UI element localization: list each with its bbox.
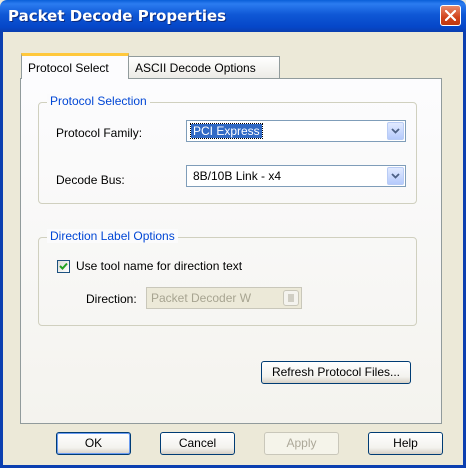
decode-bus-label: Decode Bus: <box>56 173 125 187</box>
list-icon <box>288 294 294 302</box>
direction-options-title: Direction Label Options <box>47 229 178 243</box>
direction-field: Packet Decoder W <box>146 287 302 309</box>
chevron-down-icon <box>391 128 400 134</box>
decode-bus-dropdown-button[interactable] <box>387 167 404 185</box>
close-button[interactable] <box>440 5 461 26</box>
tab-protocol-select[interactable]: Protocol Select <box>21 53 129 79</box>
direction-label: Direction: <box>86 292 137 306</box>
protocol-selection-title: Protocol Selection <box>47 94 150 108</box>
protocol-family-label: Protocol Family: <box>56 126 143 140</box>
window-title: Packet Decode Properties <box>8 7 227 25</box>
refresh-protocol-files-button[interactable]: Refresh Protocol Files... <box>261 361 411 384</box>
window-border-left <box>0 32 3 468</box>
title-bar: Packet Decode Properties <box>0 0 466 32</box>
help-button[interactable]: Help <box>368 432 443 455</box>
apply-button: Apply <box>264 432 339 455</box>
decode-bus-select[interactable]: 8B/10B Link - x4 <box>186 165 406 187</box>
ok-button[interactable]: OK <box>56 432 131 455</box>
use-tool-name-checkbox[interactable] <box>57 260 70 273</box>
protocol-family-select[interactable]: PCI Express <box>186 120 406 142</box>
protocol-family-value: PCI Express <box>190 123 263 139</box>
check-icon <box>59 262 68 270</box>
chevron-down-icon <box>391 173 400 179</box>
cancel-button[interactable]: Cancel <box>160 432 235 455</box>
close-icon <box>445 10 456 21</box>
protocol-family-dropdown-button[interactable] <box>387 122 404 140</box>
tab-ascii-decode-options[interactable]: ASCII Decode Options <box>128 56 280 78</box>
use-tool-name-label[interactable]: Use tool name for direction text <box>76 259 242 273</box>
direction-browse-button <box>283 290 299 306</box>
protocol-selection-group: Protocol Selection <box>38 94 417 204</box>
decode-bus-value: 8B/10B Link - x4 <box>193 169 282 183</box>
direction-value: Packet Decoder W <box>151 291 252 305</box>
direction-options-group: Direction Label Options <box>38 229 417 326</box>
